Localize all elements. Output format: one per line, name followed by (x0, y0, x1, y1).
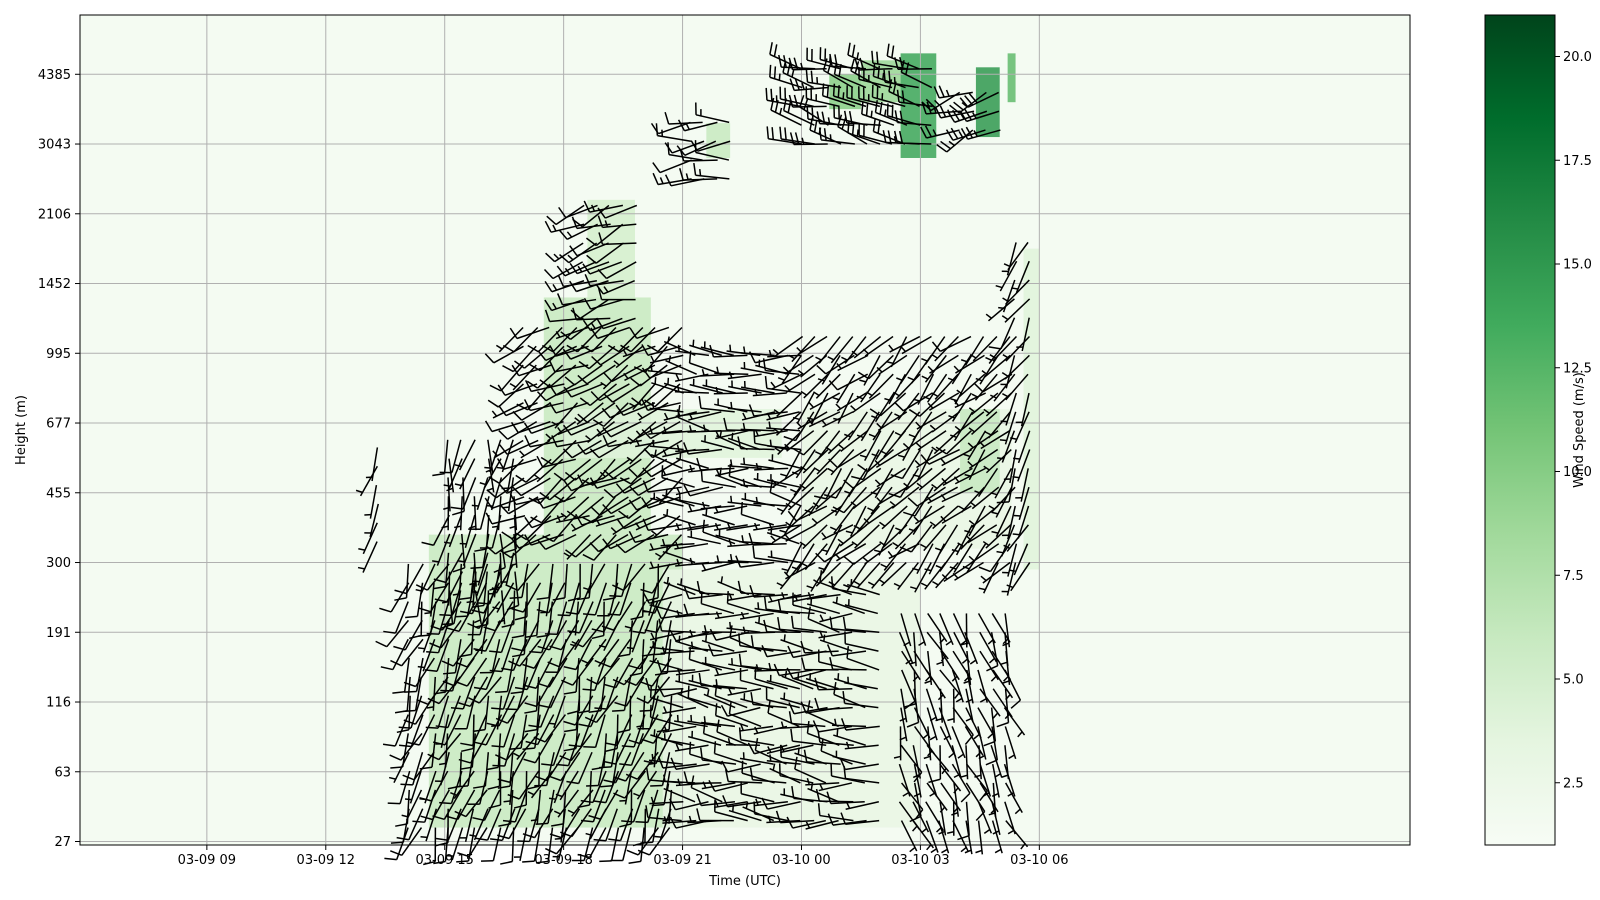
colorbar-tick-label: 7.5 (1563, 569, 1584, 584)
colorbar-gradient (1484, 14, 1556, 846)
y-tick-label: 2106 (38, 207, 71, 222)
y-tick-label: 63 (54, 765, 71, 780)
colorbar-tick-label: 2.5 (1563, 776, 1584, 791)
x-tick-label: 03-09 12 (297, 853, 355, 868)
y-tick-label: 677 (46, 417, 71, 432)
speed-region-13 (1007, 53, 1016, 103)
x-tick-label: 03-09 09 (178, 853, 236, 868)
x-tick-label: 03-09 18 (534, 853, 592, 868)
colorbar-tick-label: 20.0 (1563, 50, 1592, 65)
y-tick-label: 455 (46, 486, 71, 501)
colorbar-label: Wind Speed (m/s) (1572, 372, 1587, 488)
y-tick-label: 116 (46, 696, 71, 711)
colorbar-tick-label: 15.0 (1563, 258, 1592, 273)
y-tick-label: 3043 (38, 138, 71, 153)
wind-profile-chart: 03-09 09 03-09 12 03-09 15 03-09 18 03-09 21… (14, 14, 1592, 889)
y-tick-label: 27 (54, 835, 71, 850)
x-axis-label: Time (UTC) (708, 874, 781, 889)
x-tick-label: 03-10 00 (772, 853, 830, 868)
x-tick-label: 03-10 03 (891, 853, 949, 868)
y-tick-label: 191 (46, 626, 71, 641)
y-axis-label: Height (m) (14, 395, 29, 465)
speed-region-14 (706, 123, 731, 158)
y-tick-label: 995 (46, 347, 71, 362)
y-axis-ticks: 27 63 116 191 300 455 677 995 1452 2106 3043 4385 (38, 68, 80, 850)
colorbar: 2.55.07.510.012.515.017.520.0 Wind Speed… (1484, 14, 1592, 846)
colorbar-tick-label: 5.0 (1563, 673, 1584, 688)
colorbar-tick-label: 17.5 (1563, 154, 1592, 169)
y-tick-label: 300 (46, 556, 71, 571)
y-tick-label: 4385 (38, 68, 71, 83)
x-tick-label: 03-10 06 (1010, 853, 1068, 868)
y-tick-label: 1452 (38, 277, 71, 292)
x-tick-label: 03-09 21 (653, 853, 711, 868)
x-tick-label: 03-09 15 (415, 853, 473, 868)
